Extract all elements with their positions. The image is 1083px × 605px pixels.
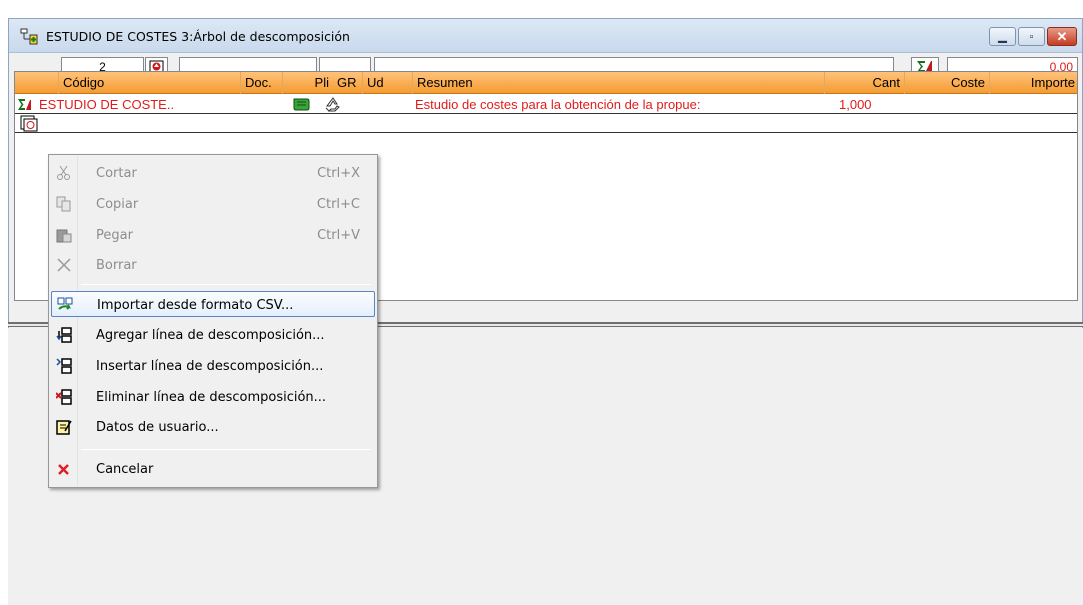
user-data-icon	[56, 420, 72, 435]
header-ud[interactable]: Ud	[363, 72, 413, 94]
menu-item-importar-csv[interactable]: Importar desde formato CSV...	[51, 291, 375, 317]
delete-x-icon	[57, 258, 71, 272]
header-importe[interactable]: Importe	[990, 72, 1077, 94]
menu-label: Pegar	[96, 228, 133, 243]
sigma-calc-icon	[18, 99, 31, 110]
menu-shortcut: Ctrl+C	[316, 197, 360, 212]
menu-label: Insertar línea de descomposición...	[96, 359, 324, 374]
menu-label: Cortar	[96, 166, 137, 181]
grid-header: Código Doc. Pli GR Ud Resumen Cant Coste…	[15, 72, 1077, 94]
menu-label: Eliminar línea de descomposición...	[96, 390, 327, 405]
menu-label: Cancelar	[96, 462, 154, 477]
menu-label: Borrar	[96, 258, 137, 273]
menu-item-cancelar[interactable]: Cancelar	[51, 456, 375, 482]
header-resumen[interactable]: Resumen	[413, 72, 825, 94]
menu-label: Datos de usuario...	[96, 420, 219, 435]
menu-item-copiar[interactable]: Copiar Ctrl+C	[51, 191, 375, 217]
context-menu: Cortar Ctrl+X Copiar Ctrl+C Pegar Ctrl+V…	[48, 154, 378, 488]
table-row-new[interactable]	[15, 113, 1077, 133]
close-icon: ✕	[1056, 28, 1068, 44]
title-bar[interactable]: ESTUDIO DE COSTES 3:Árbol de descomposic…	[9, 19, 1082, 53]
menu-label: Importar desde formato CSV...	[97, 298, 294, 313]
scroll-document-icon	[293, 98, 310, 111]
new-line-icon	[20, 115, 38, 132]
header-spacer	[15, 72, 59, 94]
header-gr[interactable]: GR	[333, 72, 363, 94]
menu-item-agregar-linea[interactable]: Agregar línea de descomposición...	[51, 322, 375, 348]
header-cant[interactable]: Cant	[825, 72, 905, 94]
menu-separator	[81, 449, 371, 450]
minimize-icon: ▁	[998, 31, 1007, 43]
minimize-button[interactable]: ▁	[989, 27, 1016, 46]
cancel-icon	[58, 464, 69, 475]
remove-line-icon	[56, 389, 72, 405]
table-row[interactable]: ESTUDIO DE COSTE.. Estudio de costes par…	[15, 95, 1077, 113]
add-line-icon	[56, 327, 72, 343]
copy-icon	[56, 196, 71, 212]
menu-item-cortar[interactable]: Cortar Ctrl+X	[51, 160, 375, 186]
paste-icon	[56, 229, 72, 243]
row-codigo: ESTUDIO DE COSTE..	[39, 97, 175, 112]
close-button[interactable]: ✕	[1047, 27, 1077, 46]
menu-item-insertar-linea[interactable]: Insertar línea de descomposición...	[51, 353, 375, 379]
menu-shortcut: Ctrl+V	[317, 228, 360, 243]
menu-item-pegar[interactable]: Pegar Ctrl+V	[51, 222, 375, 248]
window-title: ESTUDIO DE COSTES 3:Árbol de descomposic…	[46, 29, 350, 44]
row-cant: 1,000	[839, 97, 872, 112]
menu-label: Copiar	[96, 197, 139, 212]
menu-separator	[81, 284, 371, 285]
menu-item-borrar[interactable]: Borrar	[51, 252, 375, 278]
maximize-icon: ▫	[1029, 30, 1034, 43]
header-coste[interactable]: Coste	[905, 72, 990, 94]
header-pli[interactable]: Pli	[283, 72, 333, 94]
insert-line-icon	[56, 358, 72, 374]
menu-item-eliminar-linea[interactable]: Eliminar línea de descomposición...	[51, 384, 375, 410]
row-resumen: Estudio de costes para la obtención de l…	[415, 97, 701, 112]
recycle-icon	[325, 97, 340, 112]
menu-item-datos-usuario[interactable]: Datos de usuario...	[51, 414, 375, 440]
header-doc[interactable]: Doc.	[241, 72, 283, 94]
menu-shortcut: Ctrl+X	[317, 166, 360, 181]
import-csv-icon	[57, 297, 73, 310]
tree-structure-icon	[20, 28, 38, 45]
menu-label: Agregar línea de descomposición...	[96, 328, 325, 343]
scissors-icon	[57, 165, 70, 180]
header-codigo[interactable]: Código	[59, 72, 241, 94]
maximize-button[interactable]: ▫	[1018, 27, 1045, 46]
